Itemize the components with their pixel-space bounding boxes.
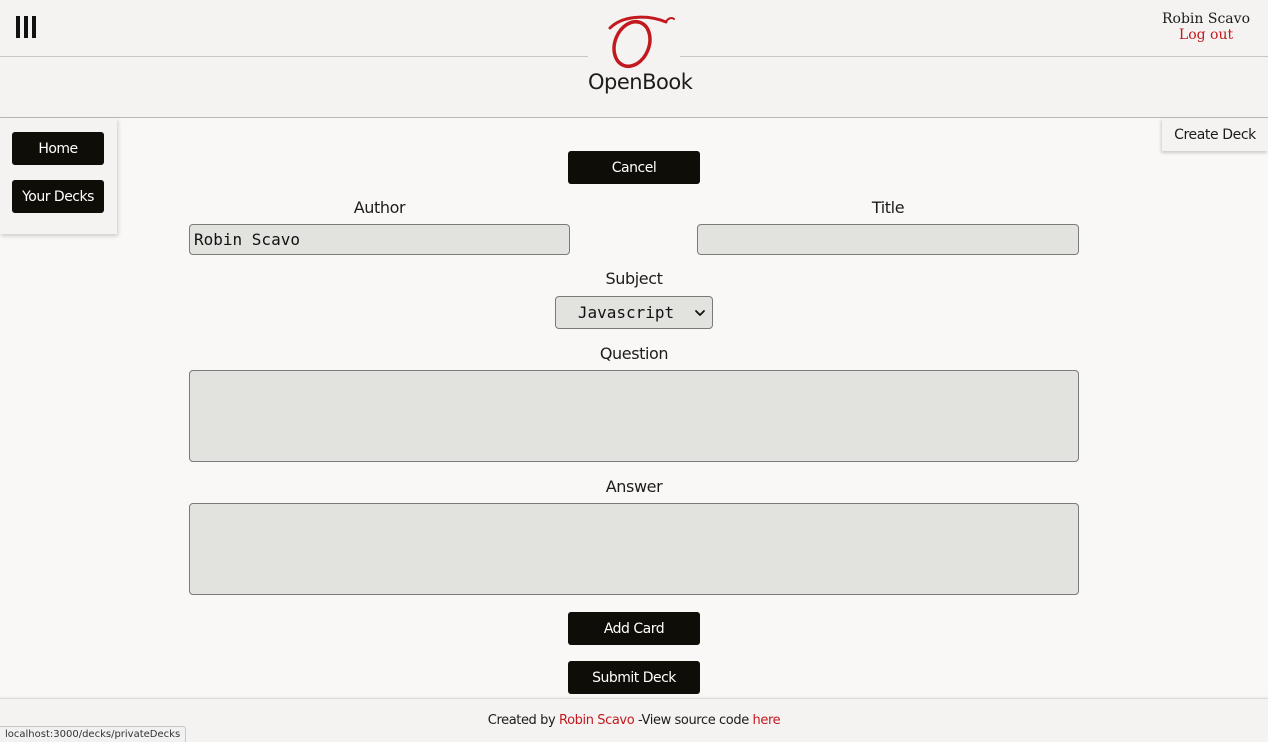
subject-selected-value: Javascript [577, 303, 675, 322]
answer-textarea[interactable] [189, 503, 1079, 595]
sidebar-item-home[interactable]: Home [12, 132, 104, 165]
footer-source-text: -View source code [638, 713, 749, 728]
question-label: Question [599, 344, 669, 363]
subject-select[interactable]: Javascript [555, 296, 713, 329]
author-label: Author [353, 198, 406, 217]
user-name: Robin Scavo [1162, 11, 1250, 27]
footer-author-link[interactable]: Robin Scavo [559, 713, 635, 728]
footer-created-by-text: Created by [487, 713, 556, 728]
sidebar-item-your-decks[interactable]: Your Decks [12, 180, 104, 213]
user-menu: Robin Scavo Log out [1162, 11, 1250, 43]
site-header: OpenBook Robin Scavo Log out [0, 0, 1268, 118]
site-footer: Created by Robin Scavo -View source code… [0, 698, 1268, 742]
openbook-logo-icon [608, 15, 675, 69]
page-title-tab: Create Deck [1162, 118, 1268, 151]
title-label: Title [871, 198, 905, 217]
footer-source-link[interactable]: here [753, 713, 781, 728]
chevron-down-icon [695, 309, 705, 316]
submit-deck-button[interactable]: Submit Deck [568, 661, 700, 694]
cancel-button[interactable]: Cancel [568, 151, 700, 184]
answer-label: Answer [605, 477, 663, 496]
footer-credits: Created by Robin Scavo -View source code… [0, 713, 1268, 728]
brand-logo[interactable]: OpenBook [588, 0, 693, 100]
question-textarea[interactable] [189, 370, 1079, 462]
browser-status-url: localhost:3000/decks/privateDecks [0, 726, 187, 742]
title-input[interactable] [697, 224, 1079, 255]
author-input[interactable] [189, 224, 570, 255]
add-card-button[interactable]: Add Card [568, 612, 700, 645]
logout-link[interactable]: Log out [1162, 27, 1250, 43]
hamburger-menu-icon[interactable] [14, 16, 40, 40]
sidebar: Home Your Decks [0, 118, 117, 234]
subject-label: Subject [605, 269, 663, 288]
brand-name: OpenBook [588, 70, 693, 94]
